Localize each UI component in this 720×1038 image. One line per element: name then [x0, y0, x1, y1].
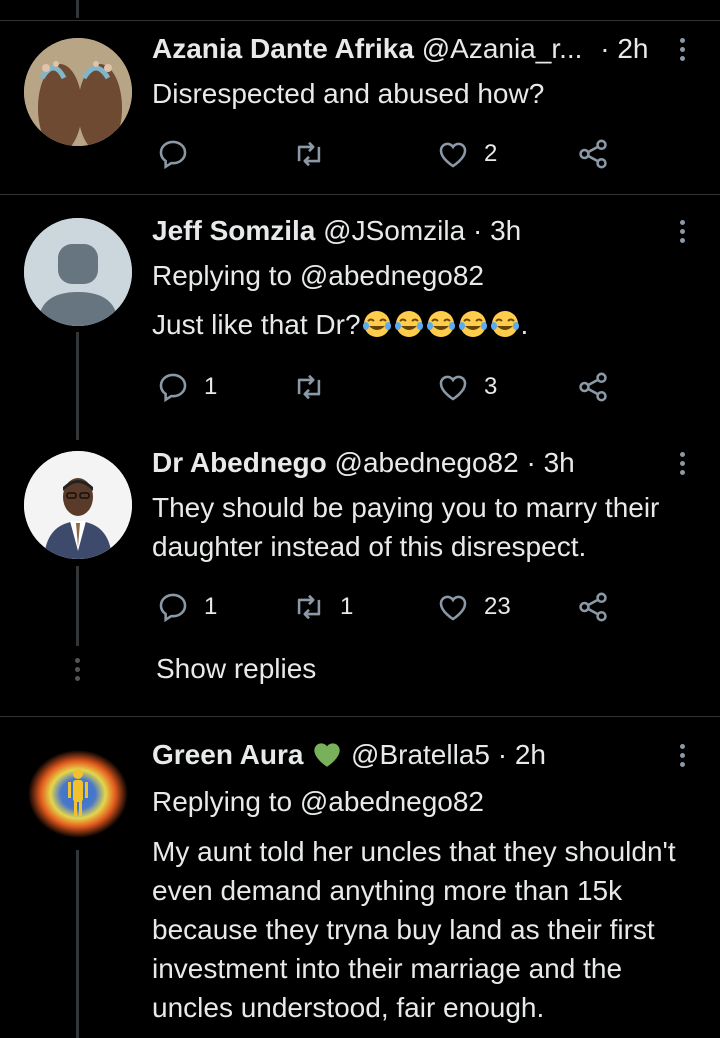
retweet-button[interactable] — [292, 367, 340, 407]
reply-button[interactable] — [156, 134, 204, 174]
more-options-icon[interactable] — [678, 448, 686, 479]
reply-count: 1 — [204, 593, 218, 620]
display-name[interactable]: Dr Abednego — [152, 447, 327, 478]
show-replies-link[interactable]: Show replies — [156, 653, 316, 685]
display-name[interactable]: Azania Dante Afrika — [152, 33, 414, 64]
like-button[interactable]: 23 — [436, 587, 511, 627]
reply-icon — [159, 373, 187, 403]
tweet-header: Dr Abednego @abednego82 · 3h — [152, 446, 575, 480]
user-handle[interactable]: @Azania_r... — [422, 33, 583, 64]
like-count: 2 — [484, 140, 498, 167]
share-button[interactable] — [576, 367, 610, 407]
retweet-button[interactable] — [292, 134, 340, 174]
reply-icon — [159, 140, 187, 170]
reply-button[interactable]: 1 — [156, 367, 217, 407]
tweet-text: Disrespected and abused how? — [152, 78, 545, 109]
retweet-icon — [297, 374, 321, 400]
like-button[interactable]: 2 — [436, 134, 497, 174]
user-handle[interactable]: @abednego82 — [335, 447, 519, 478]
share-button[interactable] — [576, 134, 610, 174]
avatar-green-aura[interactable] — [24, 738, 132, 846]
like-icon — [439, 595, 467, 621]
like-count: 3 — [484, 373, 498, 400]
thread-ellipsis-icon — [72, 654, 82, 685]
like-count: 23 — [484, 593, 511, 620]
tweet-text-main: Just like that Dr? — [152, 309, 361, 340]
retweet-button[interactable]: 1 — [292, 587, 353, 627]
divider — [0, 20, 720, 21]
tweet-text-suffix: . — [520, 309, 529, 340]
tweet-actions: 2 — [152, 134, 622, 174]
more-options-icon[interactable] — [678, 740, 686, 771]
avatar-jeff[interactable] — [24, 218, 132, 326]
user-handle[interactable]: @JSomzila — [323, 215, 465, 246]
tweet-actions: 1 3 — [152, 367, 622, 407]
tweet-header: Jeff Somzila @JSomzila · 3h — [152, 214, 521, 248]
share-icon — [579, 372, 607, 402]
reply-count: 1 — [204, 373, 218, 400]
more-options-icon[interactable] — [678, 216, 686, 247]
like-icon — [439, 142, 467, 168]
share-icon — [579, 139, 607, 169]
replying-to[interactable]: Replying to @abednego82 — [152, 782, 697, 821]
timestamp[interactable]: · 3h — [473, 215, 521, 246]
reply-button[interactable]: 1 — [156, 587, 217, 627]
thread-line-top — [76, 0, 79, 18]
divider — [0, 716, 720, 717]
replying-to[interactable]: Replying to @abednego82 — [152, 256, 697, 295]
more-options-icon[interactable] — [678, 34, 686, 65]
user-handle[interactable]: @Bratella5 — [351, 739, 490, 770]
share-button[interactable] — [576, 587, 610, 627]
tweet-header: Green Aura @Bratella5 · 2h — [152, 738, 546, 772]
tweet-text: My aunt told her uncles that they should… — [152, 836, 676, 1023]
retweet-count: 1 — [340, 593, 354, 620]
tweet-text: They should be paying you to marry their… — [152, 492, 660, 562]
display-name[interactable]: Green Aura — [152, 739, 303, 770]
tweet-header: Azania Dante Afrika @Azania_r... · 2h — [152, 32, 648, 66]
display-name[interactable]: Jeff Somzila — [152, 215, 315, 246]
divider — [0, 194, 720, 195]
green-heart-emoji — [311, 739, 343, 770]
thread-line — [76, 850, 79, 1038]
tweet-text: Just like that Dr?. — [152, 305, 697, 344]
share-icon — [579, 592, 607, 622]
thread-line — [76, 332, 79, 440]
avatar-abednego[interactable] — [24, 451, 132, 559]
timestamp[interactable]: · 2h — [600, 33, 648, 64]
like-icon — [439, 375, 467, 401]
like-button[interactable]: 3 — [436, 367, 497, 407]
tweet-actions: 1 1 23 — [152, 587, 622, 627]
reply-icon — [159, 593, 187, 623]
thread-line — [76, 566, 79, 646]
laughing-crying-emoji — [361, 309, 521, 340]
timestamp[interactable]: · 3h — [526, 447, 574, 478]
avatar-azania[interactable] — [24, 38, 132, 146]
timestamp[interactable]: · 2h — [498, 739, 546, 770]
retweet-icon — [297, 141, 321, 167]
retweet-icon — [297, 594, 321, 620]
